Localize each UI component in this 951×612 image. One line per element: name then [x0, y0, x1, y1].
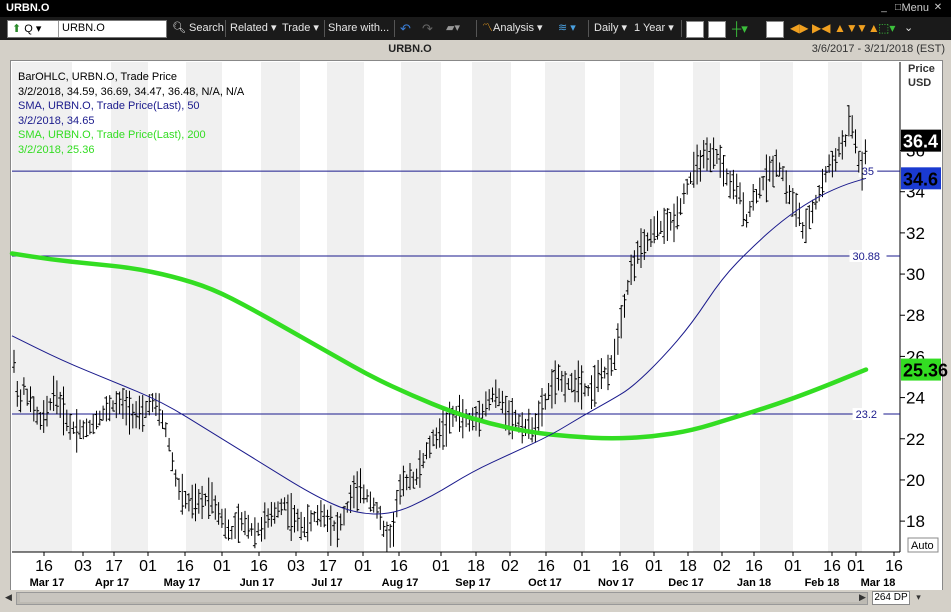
- x-tick-label: 16: [35, 558, 53, 575]
- month-label: Nov 17: [598, 577, 634, 589]
- x-tick-label: 16: [250, 558, 268, 575]
- price-badge-label: 25.36: [903, 361, 948, 381]
- x-tick-label: 01: [573, 558, 591, 575]
- month-band: [545, 62, 585, 552]
- x-tick-label: 16: [537, 558, 555, 575]
- y-tick-label: 22: [906, 430, 925, 449]
- legend-bars-values: 3/2/2018, 34.59, 36.69, 34.47, 36.48, N/…: [18, 85, 245, 98]
- x-tick-label: 16: [885, 558, 903, 575]
- legend-sma200-title: SMA, URBN.O, Trade Price(Last), 200: [18, 129, 206, 141]
- reference-line-label: 23.2: [856, 409, 877, 421]
- price-badge-label: 36.4: [903, 132, 938, 152]
- month-label: Sep 17: [455, 577, 490, 589]
- y-tick-label: 28: [906, 306, 925, 325]
- month-label: Feb 18: [805, 577, 840, 589]
- month-label: Jan 18: [737, 577, 771, 589]
- y-tick-label: 18: [906, 512, 925, 531]
- x-tick-label: 01: [784, 558, 802, 575]
- x-tick-label: 17: [319, 558, 337, 575]
- price-badge-label: 34.6: [903, 169, 938, 189]
- month-band: [693, 62, 720, 552]
- x-tick-label: 16: [390, 558, 408, 575]
- scroll-right-button[interactable]: ▶: [856, 591, 869, 604]
- month-band: [760, 62, 793, 552]
- x-tick-label: 01: [139, 558, 157, 575]
- scroll-left-button[interactable]: ◀: [2, 591, 15, 604]
- month-label: May 17: [164, 577, 201, 589]
- x-tick-label: 03: [74, 558, 92, 575]
- month-label: Apr 17: [95, 577, 129, 589]
- x-tick-label: 16: [823, 558, 841, 575]
- x-tick-label: 16: [745, 558, 763, 575]
- x-tick-label: 02: [713, 558, 731, 575]
- x-tick-label: 02: [501, 558, 519, 575]
- legend-sma50-value: 3/2/2018, 34.65: [18, 114, 95, 127]
- month-band: [620, 62, 654, 552]
- x-tick-label: 18: [467, 558, 485, 575]
- x-tick-label: 01: [645, 558, 663, 575]
- x-tick-label: 01: [432, 558, 450, 575]
- data-points-box[interactable]: 264 DP: [872, 591, 910, 605]
- y-tick-label: 20: [906, 471, 925, 490]
- x-tick-label: 18: [679, 558, 697, 575]
- month-band: [828, 62, 862, 552]
- auto-scale-label: Auto: [911, 540, 934, 552]
- month-label: Mar 18: [861, 577, 896, 589]
- legend-sma50-title: SMA, URBN.O, Trade Price(Last), 50: [18, 100, 200, 112]
- x-tick-label: 16: [611, 558, 629, 575]
- price-badge-sma50: 34.6: [901, 167, 941, 190]
- bottom-border: [0, 605, 951, 612]
- horizontal-scrollbar[interactable]: ◀ ▶ 264 DP ▾: [0, 590, 951, 605]
- month-label: Aug 17: [382, 577, 419, 589]
- price-badge-sma200: 25.36: [901, 358, 948, 381]
- y-axis-unit: USD: [908, 77, 931, 89]
- y-tick-label: 32: [906, 224, 925, 243]
- x-tick-label: 01: [213, 558, 231, 575]
- month-label: Jul 17: [311, 577, 342, 589]
- x-tick-label: 17: [105, 558, 123, 575]
- y-tick-label: 24: [906, 389, 925, 408]
- x-tick-label: 03: [287, 558, 305, 575]
- legend-bars-title: BarOHLC, URBN.O, Trade Price: [18, 71, 177, 83]
- legend-sma200-value: 3/2/2018, 25.36: [18, 143, 95, 156]
- x-tick-label: 01: [354, 558, 372, 575]
- dp-down-icon[interactable]: ▾: [912, 591, 925, 604]
- x-tick-label: 16: [176, 558, 194, 575]
- month-band: [472, 62, 511, 552]
- reference-line-label: 30.88: [853, 251, 881, 263]
- chart-legend: BarOHLC, URBN.O, Trade Price 3/2/2018, 3…: [18, 70, 244, 157]
- price-badge-last: 36.4: [901, 129, 941, 152]
- month-band: [327, 62, 364, 552]
- month-label: Mar 17: [30, 577, 65, 589]
- month-band: [261, 62, 300, 552]
- y-axis-title: Price: [908, 63, 935, 75]
- month-label: Oct 17: [528, 577, 562, 589]
- scroll-thumb[interactable]: [20, 593, 860, 602]
- y-tick-label: 30: [906, 265, 925, 284]
- reference-line-label: 35: [862, 166, 874, 178]
- month-label: Dec 17: [668, 577, 703, 589]
- x-tick-label: 01: [847, 558, 865, 575]
- month-label: Jun 17: [240, 577, 275, 589]
